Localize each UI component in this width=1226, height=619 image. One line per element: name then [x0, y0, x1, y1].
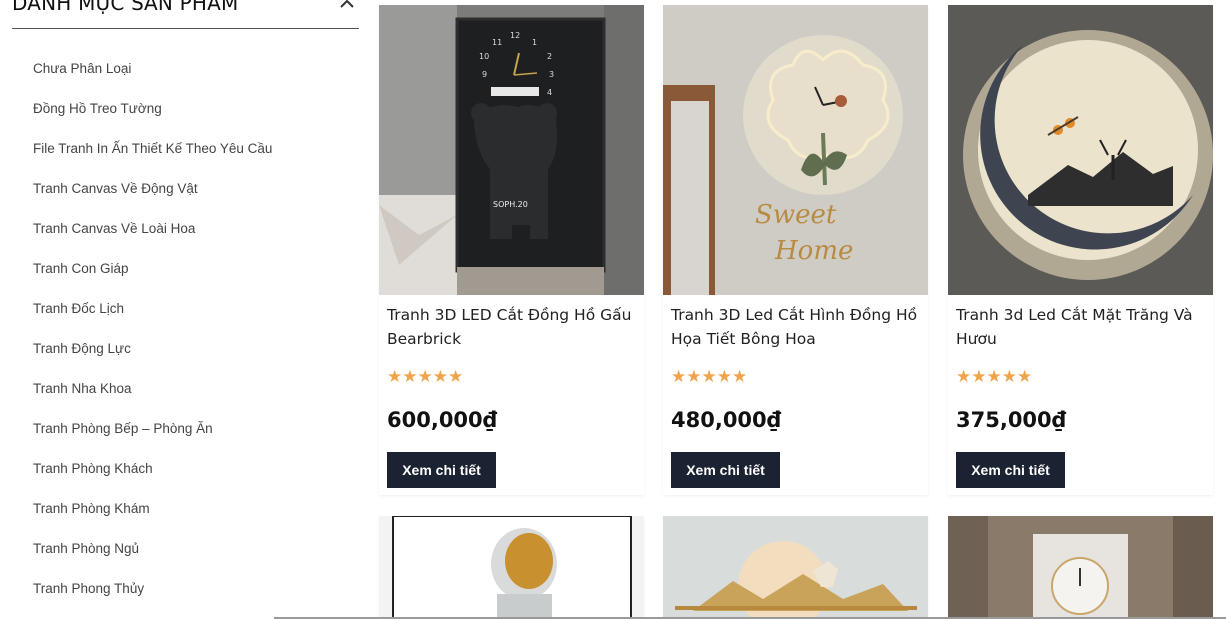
bear-clock-image: 11 12 1 10 2 9 3 4 SOPH.20 — [379, 5, 644, 295]
astronaut-image — [379, 516, 644, 619]
category-item[interactable]: Tranh Nha Khoa — [12, 369, 272, 409]
product-image[interactable]: 11 12 1 10 2 9 3 4 SOPH.20 — [379, 5, 644, 295]
category-item[interactable]: File Tranh In Ấn Thiết Kế Theo Yêu Cầu — [12, 129, 272, 169]
product-card[interactable]: 11 12 1 10 2 9 3 4 SOPH.20 Tranh 3D LED Cắt … — [379, 5, 644, 495]
product-card[interactable] — [663, 516, 928, 619]
product-title[interactable]: Tranh 3d Led Cắt Mặt Trăng Và Hươu — [956, 303, 1204, 351]
svg-text:11: 11 — [492, 38, 502, 47]
category-item[interactable]: Tranh Động Lực — [12, 329, 272, 369]
svg-text:10: 10 — [479, 52, 489, 61]
category-item[interactable]: Đồng Hồ Treo Tường — [12, 89, 272, 129]
svg-text:1: 1 — [532, 38, 537, 47]
svg-text:12: 12 — [510, 31, 520, 40]
view-detail-button[interactable]: Xem chi tiết — [956, 452, 1065, 488]
view-detail-button[interactable]: Xem chi tiết — [671, 452, 780, 488]
category-item[interactable]: Chưa Phân Loại — [12, 49, 272, 89]
category-item[interactable]: Tranh Canvas Về Động Vật — [12, 169, 272, 209]
svg-text:9: 9 — [482, 70, 487, 79]
moon-deer-image — [948, 5, 1213, 295]
category-item[interactable]: Tranh Phong Thủy — [12, 569, 272, 609]
category-item[interactable]: Tranh Con Giáp — [12, 249, 272, 289]
product-price: 600,000₫ — [387, 408, 498, 432]
svg-text:3: 3 — [549, 70, 554, 79]
category-item[interactable]: Tranh Phòng Khám — [12, 489, 272, 529]
sidebar-header[interactable]: DANH MỤC SẢN PHẨM — [12, 0, 359, 29]
category-list: Chưa Phân Loại Đồng Hồ Treo Tường File T… — [12, 49, 272, 609]
product-price: 375,000₫ — [956, 408, 1067, 432]
category-item[interactable]: Tranh Đốc Lịch — [12, 289, 272, 329]
category-sidebar: DANH MỤC SẢN PHẨM Chưa Phân Loại Đồng Hồ… — [12, 0, 359, 619]
svg-text:2: 2 — [547, 52, 552, 61]
svg-text:4: 4 — [547, 88, 552, 97]
landscape-horse-image — [663, 516, 928, 619]
flower-clock-image: Sweet Home — [663, 5, 928, 295]
sidebar-title: DANH MỤC SẢN PHẨM — [12, 0, 239, 15]
product-card[interactable]: Tranh 3d Led Cắt Mặt Trăng Và Hươu ★★★★★… — [948, 5, 1213, 495]
view-detail-button[interactable]: Xem chi tiết — [387, 452, 496, 488]
bear-label: SOPH.20 — [493, 200, 528, 209]
hallway-clock-image — [948, 516, 1213, 619]
product-title[interactable]: Tranh 3D Led Cắt Hình Đồng Hồ Họa Tiết B… — [671, 303, 919, 351]
rating-stars: ★★★★★ — [671, 367, 748, 386]
product-card[interactable] — [948, 516, 1213, 619]
rating-stars: ★★★★★ — [956, 367, 1033, 386]
product-card[interactable]: Sweet Home Tranh 3D Led Cắt Hình Đồng Hồ… — [663, 5, 928, 495]
product-image[interactable]: Sweet Home — [663, 5, 928, 295]
home-text: Home — [774, 236, 853, 266]
category-item[interactable]: Tranh Phòng Bếp – Phòng Ăn — [12, 409, 272, 449]
product-card[interactable] — [379, 516, 644, 619]
category-item[interactable]: Tranh Phòng Khách — [12, 449, 272, 489]
category-item[interactable]: Tranh Canvas Về Loài Hoa — [12, 209, 272, 249]
sweet-text: Sweet — [755, 200, 837, 230]
product-price: 480,000₫ — [671, 408, 782, 432]
product-image[interactable] — [948, 5, 1213, 295]
category-item[interactable]: Tranh Phòng Ngủ — [12, 529, 272, 569]
chevron-up-icon[interactable] — [339, 0, 355, 12]
rating-stars: ★★★★★ — [387, 367, 464, 386]
product-title[interactable]: Tranh 3D LED Cắt Đồng Hồ Gấu Bearbrick — [387, 303, 635, 351]
